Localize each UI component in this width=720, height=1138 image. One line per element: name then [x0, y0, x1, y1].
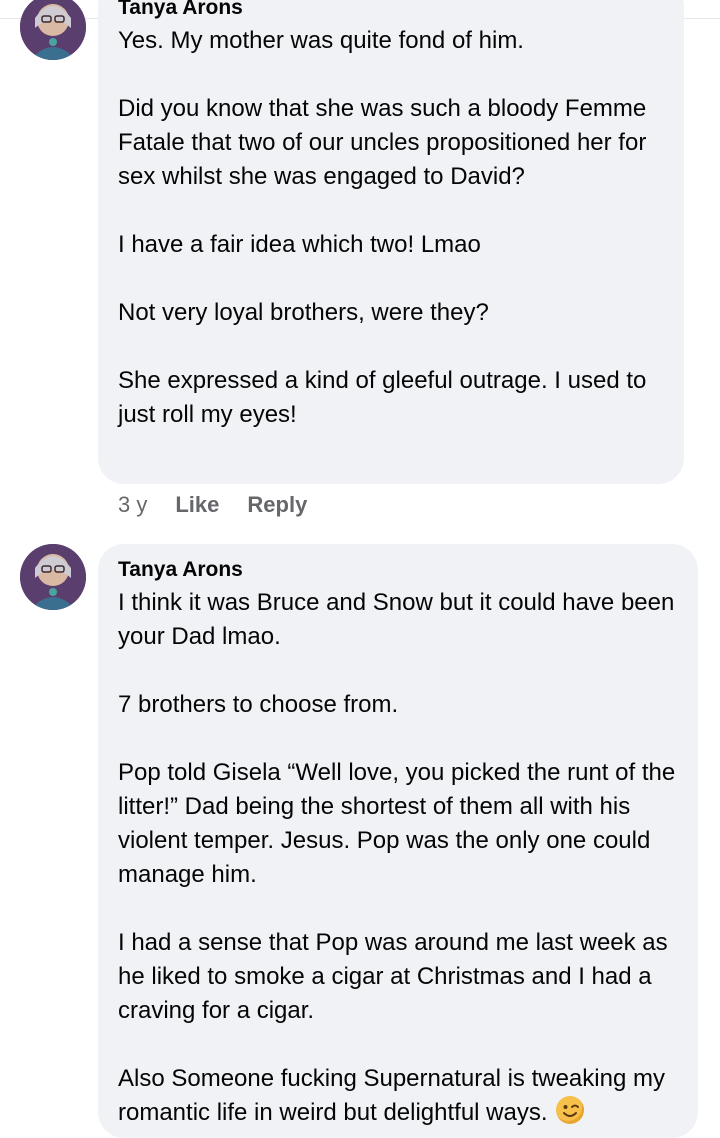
avatar[interactable] — [20, 0, 86, 60]
comment-paragraph: I think it was Bruce and Snow but it cou… — [118, 589, 675, 650]
comment-bubble: Tanya Arons I think it was Bruce and Sno… — [98, 544, 698, 1138]
comment-paragraph: Did you know that she was such a bloody … — [118, 95, 647, 190]
comment-text: I think it was Bruce and Snow but it cou… — [118, 586, 678, 1130]
comment-paragraph: Also Someone fucking Supernatural is twe… — [118, 1062, 678, 1130]
comment-paragraph: I have a fair idea which two! Lmao — [118, 231, 481, 258]
like-button[interactable]: Like — [175, 492, 219, 518]
comment-text: Yes. My mother was quite fond of him. Di… — [118, 24, 664, 432]
comment-actions: 3 y Like Reply — [118, 492, 335, 518]
comment-bubble: Tanya Arons Yes. My mother was quite fon… — [98, 0, 684, 484]
avatar-photo-icon — [20, 544, 86, 610]
comment-paragraph: Not very loyal brothers, were they? — [118, 299, 489, 326]
reply-button[interactable]: Reply — [247, 492, 307, 518]
comment-paragraph: I had a sense that Pop was around me las… — [118, 929, 668, 1024]
comment-paragraph: She expressed a kind of gleeful outrage.… — [118, 367, 647, 428]
comment-author[interactable]: Tanya Arons — [118, 0, 664, 20]
comment-author[interactable]: Tanya Arons — [118, 558, 678, 582]
avatar[interactable] — [20, 544, 86, 610]
comment-paragraph: Yes. My mother was quite fond of him. — [118, 27, 524, 54]
avatar-photo-icon — [20, 0, 86, 60]
comment-paragraph: 7 brothers to choose from. — [118, 691, 399, 718]
comment-paragraph: Pop told Gisela “Well love, you picked t… — [118, 759, 676, 888]
winking-face-icon — [555, 1096, 584, 1124]
comment-timestamp[interactable]: 3 y — [118, 492, 147, 518]
